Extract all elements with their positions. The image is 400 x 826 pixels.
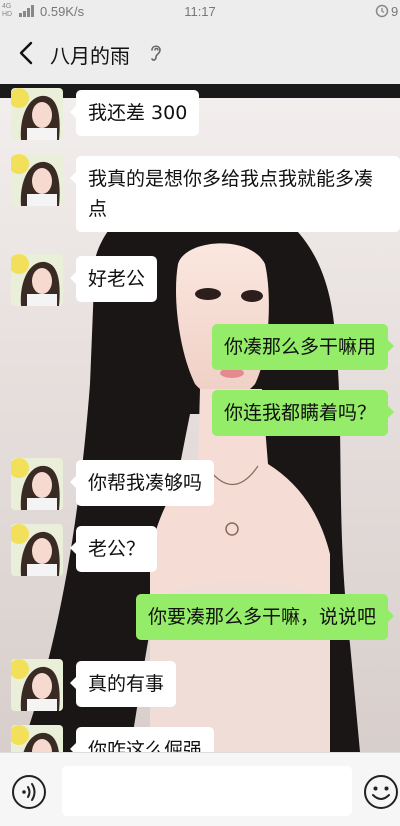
- clock: 11:17: [184, 4, 216, 19]
- message-input[interactable]: [62, 766, 352, 816]
- voice-icon[interactable]: [10, 773, 48, 811]
- battery-level: 9: [391, 4, 399, 19]
- contact-avatar[interactable]: [11, 524, 63, 576]
- message-bubble-incoming[interactable]: 好老公: [69, 256, 158, 302]
- contact-avatar[interactable]: [11, 254, 63, 306]
- message-bubble-incoming[interactable]: 我真的是想你多给我点我就能多凑点: [70, 156, 400, 232]
- message-bubble-incoming[interactable]: 你咋这么倔强: [69, 727, 215, 752]
- chat-title[interactable]: 八月的雨: [50, 40, 130, 69]
- chat-area[interactable]: 我还差 300 我真的是想你多给我点我就能多凑点 好老公 你凑那么多干嘛用 你连…: [0, 84, 400, 752]
- contact-avatar[interactable]: [11, 725, 63, 752]
- message-bubble-incoming[interactable]: 老公？: [69, 526, 158, 572]
- message-bubble-incoming[interactable]: 真的有事: [69, 661, 177, 707]
- message-bubble-incoming[interactable]: 你帮我凑够吗: [69, 460, 215, 506]
- contact-avatar[interactable]: [11, 458, 63, 510]
- message-bubble-outgoing[interactable]: 你凑那么多干嘛用: [211, 324, 395, 370]
- status-bar: 4G HD 0.59K/s 11:17 9: [0, 0, 400, 24]
- ear-icon: [151, 45, 161, 61]
- input-bar: [0, 752, 400, 826]
- alarm-icon: [375, 4, 389, 18]
- contact-avatar[interactable]: [11, 659, 63, 711]
- message-bubble-outgoing[interactable]: 你连我都瞒着吗？: [211, 390, 395, 436]
- emoji-icon[interactable]: [362, 773, 400, 811]
- message-bubble-incoming[interactable]: 我还差 300: [69, 90, 200, 136]
- contact-avatar[interactable]: [11, 154, 63, 206]
- message-bubble-outgoing[interactable]: 你要凑那么多干嘛，说说吧: [135, 594, 395, 640]
- contact-avatar[interactable]: [11, 88, 63, 140]
- chat-header: 八月的雨: [0, 24, 400, 84]
- chevron-left-icon[interactable]: [14, 37, 40, 69]
